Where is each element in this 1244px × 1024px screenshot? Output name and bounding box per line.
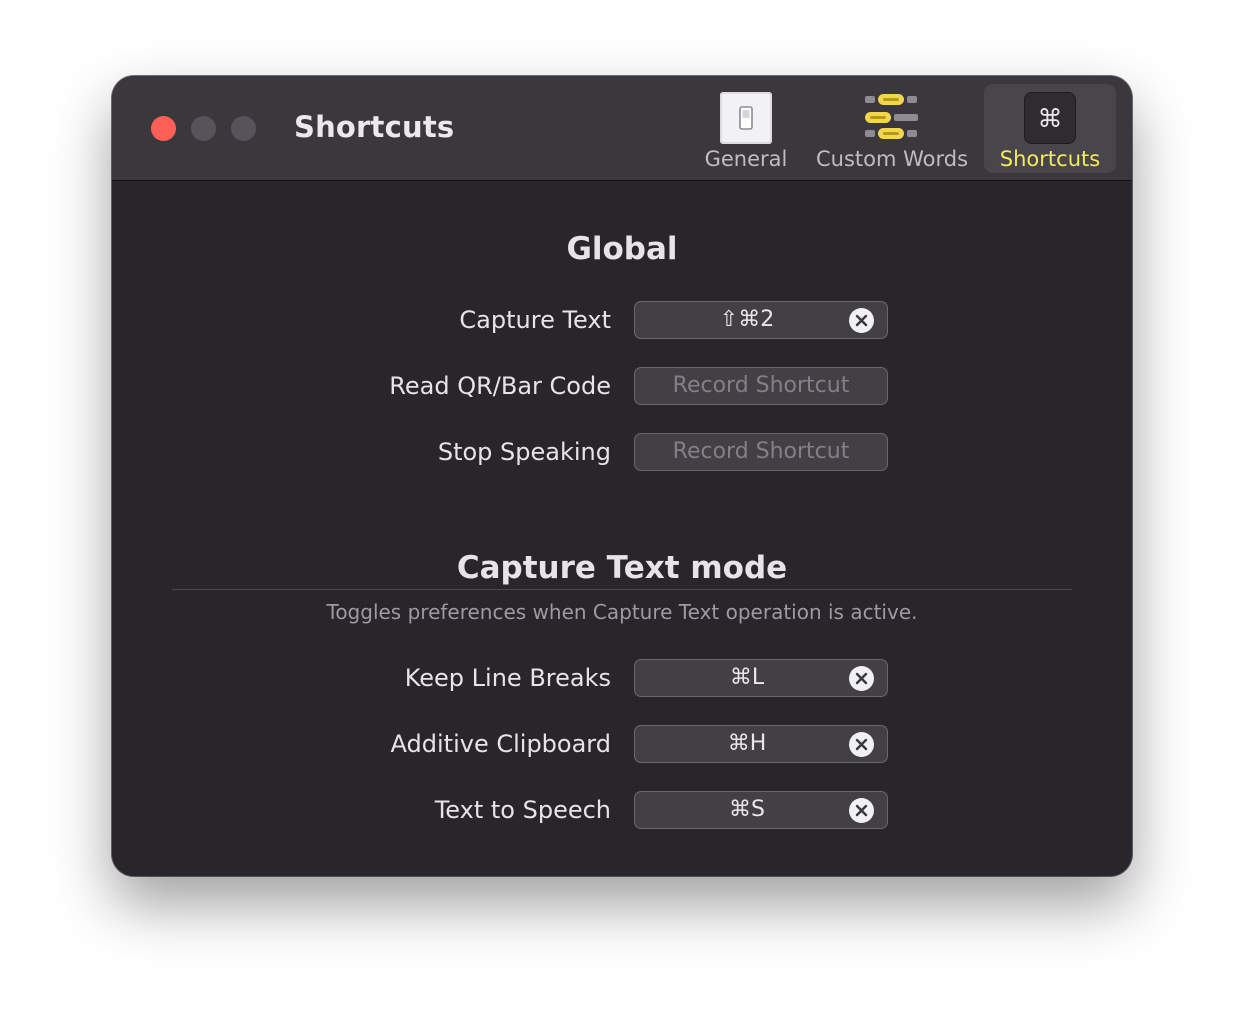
record-shortcut-placeholder: Record Shortcut xyxy=(672,439,850,464)
text-to-speech-label: Text to Speech xyxy=(434,796,611,824)
additive-clipboard-label: Additive Clipboard xyxy=(390,730,611,758)
capture-text-shortcut-recorder[interactable]: ⇧⌘2 xyxy=(634,301,888,339)
minimize-button[interactable] xyxy=(191,116,216,141)
clear-shortcut-icon[interactable] xyxy=(849,798,874,823)
tab-general-label: General xyxy=(704,147,788,171)
tab-custom-words[interactable]: Custom Words xyxy=(809,84,975,173)
custom-words-icon xyxy=(864,92,920,146)
tab-general[interactable]: General xyxy=(695,84,797,173)
section-divider xyxy=(172,589,1072,590)
keep-line-breaks-label: Keep Line Breaks xyxy=(404,664,611,692)
stop-speaking-shortcut-recorder[interactable]: Record Shortcut xyxy=(634,433,888,471)
keep-line-breaks-shortcut-recorder[interactable]: ⌘L xyxy=(634,659,888,697)
preferences-window: Shortcuts General Custom Words ⌘ Shortcu… xyxy=(112,76,1132,876)
shortcuts-pane: Global Capture Text ⇧⌘2 Read QR/Bar Code… xyxy=(112,181,1132,876)
switch-icon xyxy=(720,92,772,148)
tab-custom-words-label: Custom Words xyxy=(815,147,969,171)
read-qr-label: Read QR/Bar Code xyxy=(389,372,611,400)
capture-text-label: Capture Text xyxy=(459,306,611,334)
zoom-button[interactable] xyxy=(231,116,256,141)
record-shortcut-placeholder: Record Shortcut xyxy=(672,373,850,398)
clear-shortcut-icon[interactable] xyxy=(849,308,874,333)
stop-speaking-label: Stop Speaking xyxy=(437,438,611,466)
close-button[interactable] xyxy=(151,116,176,141)
text-to-speech-shortcut-recorder[interactable]: ⌘S xyxy=(634,791,888,829)
read-qr-shortcut-recorder[interactable]: Record Shortcut xyxy=(634,367,888,405)
command-icon: ⌘ xyxy=(1024,92,1076,148)
additive-clipboard-shortcut-recorder[interactable]: ⌘H xyxy=(634,725,888,763)
clear-shortcut-icon[interactable] xyxy=(849,732,874,757)
titlebar: Shortcuts General Custom Words ⌘ Shortcu… xyxy=(112,76,1132,181)
tab-shortcuts[interactable]: ⌘ Shortcuts xyxy=(984,84,1116,173)
clear-shortcut-icon[interactable] xyxy=(849,666,874,691)
capture-mode-subtitle: Toggles preferences when Capture Text op… xyxy=(326,600,918,624)
tab-shortcuts-label: Shortcuts xyxy=(999,147,1101,171)
global-section-title: Global xyxy=(566,231,678,267)
window-title: Shortcuts xyxy=(294,110,455,144)
capture-mode-section-title: Capture Text mode xyxy=(456,550,788,586)
svg-text:⌘: ⌘ xyxy=(1038,104,1063,133)
